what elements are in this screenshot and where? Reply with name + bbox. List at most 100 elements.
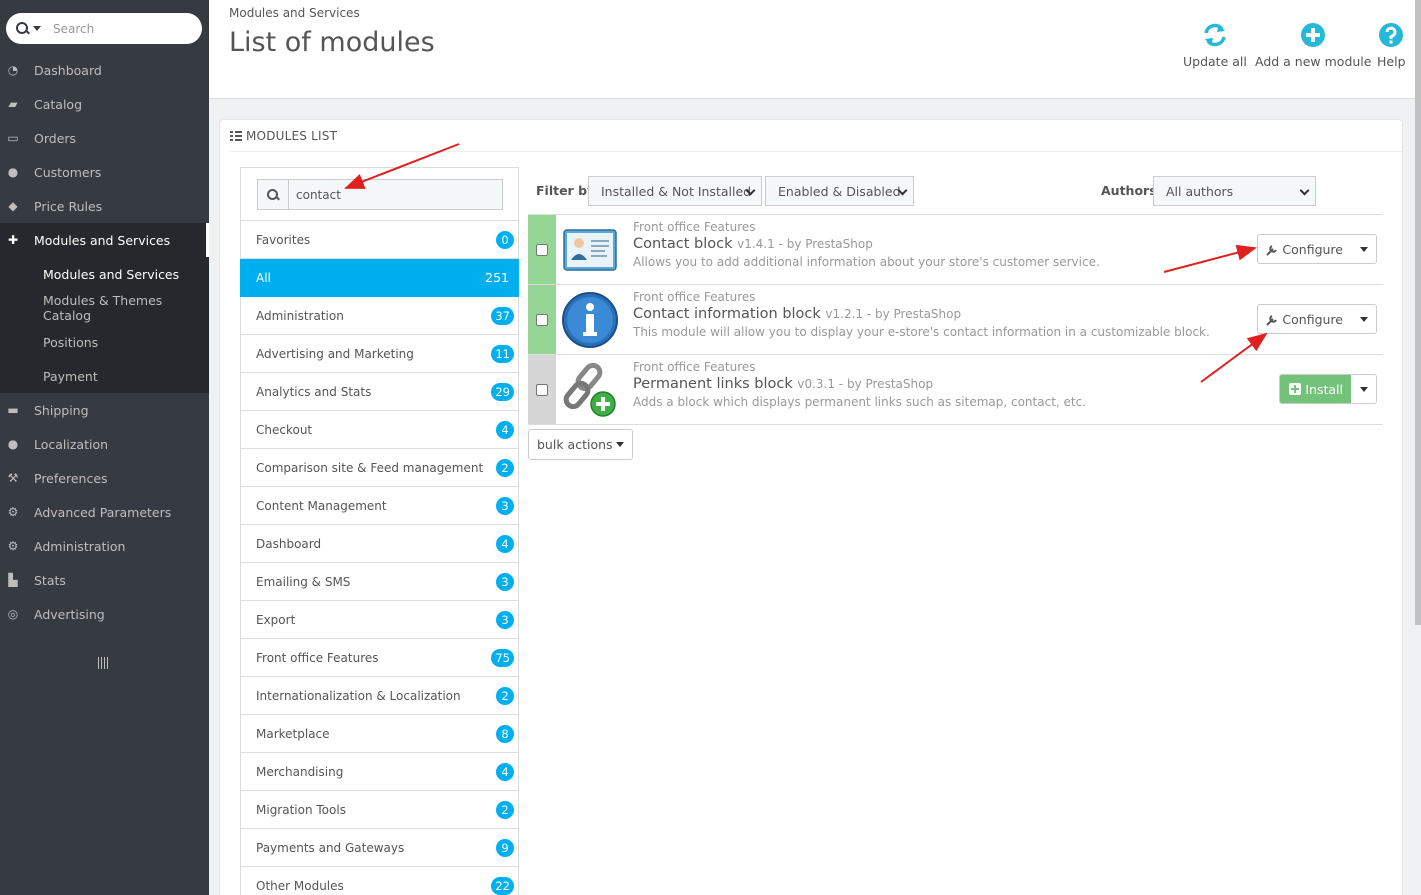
nav-administration[interactable]: ⚙ Administration [0, 529, 209, 563]
caret-down-icon[interactable] [33, 26, 41, 31]
category-front-office[interactable]: Front office Features 75 [241, 639, 518, 677]
nav-label: Dashboard [34, 62, 102, 78]
nav-shipping[interactable]: ▬ Shipping [0, 393, 209, 427]
help-label: Help [1377, 54, 1406, 69]
divider [230, 151, 1402, 152]
authors-select[interactable]: All authors [1153, 176, 1316, 206]
module-title: Contact information block v1.2.1 - by Pr… [633, 306, 1210, 322]
subnav-modules-themes-catalog[interactable]: Modules & Themes Catalog [0, 291, 209, 325]
configure-dropdown-toggle[interactable] [1352, 305, 1376, 333]
configure-dropdown-toggle[interactable] [1352, 235, 1376, 263]
category-payments[interactable]: Payments and Gateways 9 [241, 829, 518, 867]
users-icon: ● [7, 165, 19, 179]
add-module-button[interactable]: Add a new module [1255, 22, 1371, 69]
question-circle-icon [1379, 23, 1404, 47]
wrench-icon: ⚒ [7, 471, 19, 485]
nav-advanced-parameters[interactable]: ⚙ Advanced Parameters [0, 495, 209, 529]
module-checkbox[interactable] [536, 313, 548, 326]
enable-state-select[interactable]: Enabled & Disabled [765, 176, 914, 206]
install-dropdown-toggle[interactable] [1352, 375, 1376, 403]
nav-dashboard[interactable]: ◔ Dashboard [0, 53, 209, 87]
category-dashboard[interactable]: Dashboard 4 [241, 525, 518, 563]
category-label: Internationalization & Localization [256, 688, 461, 703]
category-label: Other Modules [256, 878, 344, 893]
update-all-button[interactable]: Update all [1183, 22, 1247, 69]
module-checkbox[interactable] [536, 383, 548, 396]
book-icon: ▰ [8, 97, 18, 111]
install-state-select[interactable]: Installed & Not Installed [588, 176, 762, 206]
category-label: Export [256, 612, 296, 627]
nav-advertising[interactable]: ◎ Advertising [0, 597, 209, 631]
module-info: Front office Features Permanent links bl… [633, 360, 1086, 409]
category-favorites[interactable]: Favorites 0 [241, 221, 518, 259]
chain-link-plus-icon [563, 362, 616, 417]
nav-label: Customers [34, 164, 102, 180]
breadcrumb[interactable]: Modules and Services [229, 6, 360, 20]
category-other-modules[interactable]: Other Modules 22 [241, 867, 518, 895]
nav-label: Stats [34, 572, 66, 588]
category-content-management[interactable]: Content Management 3 [241, 487, 518, 525]
dashboard-icon: ◔ [7, 63, 19, 77]
subnav-modules-and-services[interactable]: Modules and Services [0, 257, 209, 291]
module-search [241, 168, 518, 221]
nav-modules-and-services[interactable]: ✚ Modules and Services [0, 223, 209, 257]
category-analytics-stats[interactable]: Analytics and Stats 29 [241, 373, 518, 411]
page-header: Modules and Services List of modules Upd… [209, 0, 1421, 99]
category-all[interactable]: All 251 [240, 259, 519, 297]
module-description: Adds a block which displays permanent li… [633, 395, 1087, 409]
page-title: List of modules [229, 27, 435, 58]
collapse-sidebar-icon[interactable] [98, 657, 110, 669]
add-module-label: Add a new module [1255, 54, 1372, 69]
plus-square-icon [1289, 383, 1302, 395]
configure-label: Configure [1282, 241, 1343, 257]
category-checkout[interactable]: Checkout 4 [241, 411, 518, 449]
category-export[interactable]: Export 3 [241, 601, 518, 639]
nav-localization[interactable]: ● Localization [0, 427, 209, 461]
panel-heading: MODULES LIST [230, 129, 337, 143]
count-badge: 2 [496, 800, 514, 819]
nav-preferences[interactable]: ⚒ Preferences [0, 461, 209, 495]
category-emailing-sms[interactable]: Emailing & SMS 3 [241, 563, 518, 601]
category-label: Comparison site & Feed management [256, 460, 484, 475]
category-merchandising[interactable]: Merchandising 4 [241, 753, 518, 791]
sidebar: Search ◔ Dashboard ▰ Catalog ▭ Orders ● … [0, 0, 209, 895]
modules-panel: MODULES LIST Favorites 0 All 251 Administr… [219, 119, 1403, 895]
module-description: Allows you to add additional information… [633, 255, 1100, 269]
nav-label: Localization [34, 436, 109, 452]
category-migration-tools[interactable]: Migration Tools 2 [241, 791, 518, 829]
truck-icon: ▬ [7, 403, 19, 417]
count-badge: 0 [496, 230, 514, 249]
help-button[interactable]: Help [1377, 22, 1406, 69]
nav-price-rules[interactable]: ◆ Price Rules [0, 189, 209, 223]
category-administration[interactable]: Administration 37 [241, 297, 518, 335]
nav-orders[interactable]: ▭ Orders [0, 121, 209, 155]
select-value: All authors [1166, 183, 1234, 199]
count-badge: 3 [496, 496, 514, 515]
nav-stats[interactable]: ▙ Stats [0, 563, 209, 597]
category-advertising-marketing[interactable]: Advertising and Marketing 11 [241, 335, 518, 373]
module-search-input[interactable] [288, 179, 503, 210]
configure-button[interactable]: Configure [1258, 305, 1352, 333]
sidebar-search[interactable]: Search [6, 13, 202, 44]
category-list: Favorites 0 All 251 Administration 37 Adver… [240, 167, 519, 895]
category-marketplace[interactable]: Marketplace 8 [241, 715, 518, 753]
subnav-payment[interactable]: Payment [0, 359, 209, 393]
page-scrollbar[interactable] [1415, 0, 1421, 625]
module-title: Permanent links block v0.3.1 - by Presta… [633, 376, 1086, 392]
module-title: Contact block v1.4.1 - by PrestaShop [633, 236, 1100, 252]
bulk-actions-button[interactable]: bulk actions [528, 429, 633, 460]
configure-button[interactable]: Configure [1258, 235, 1352, 263]
caret-down-icon [615, 442, 624, 447]
search-icon[interactable] [16, 21, 30, 36]
category-i18n[interactable]: Internationalization & Localization 2 [241, 677, 518, 715]
bar-chart-icon: ▙ [8, 573, 18, 587]
category-comparison-feed[interactable]: Comparison site & Feed management 2 [241, 449, 518, 487]
module-checkbox[interactable] [536, 243, 548, 256]
nav-customers[interactable]: ● Customers [0, 155, 209, 189]
install-button[interactable]: Install [1280, 375, 1352, 403]
subnav-positions[interactable]: Positions [0, 325, 209, 359]
count-badge: 4 [496, 762, 514, 781]
nav-catalog[interactable]: ▰ Catalog [0, 87, 209, 121]
module-category: Front office Features [633, 220, 756, 234]
sidebar-search-input[interactable]: Search [53, 22, 94, 36]
